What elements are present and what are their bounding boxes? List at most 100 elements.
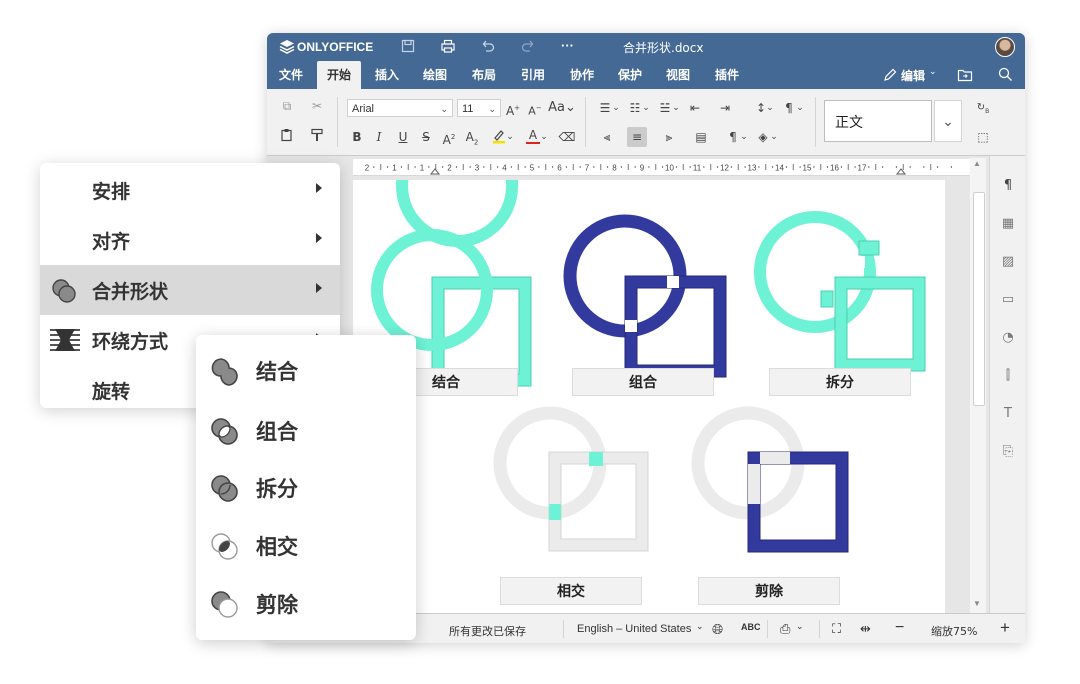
tab-draw[interactable]: 绘图 [415,61,455,89]
ruler-number: 4 [502,164,507,173]
tab-home[interactable]: 开始 [317,61,361,89]
zoom-level[interactable]: 缩放75% [931,623,977,639]
clear-format-icon[interactable]: ⌫ [557,127,577,147]
chevron-down-icon[interactable]: ⌄ [671,98,681,118]
fit-width-icon[interactable]: ⇹ [860,621,871,637]
chevron-down-icon[interactable]: ⌄ [795,98,805,118]
edit-pencil-icon[interactable] [883,68,897,87]
replace-style-icon[interactable]: ↻B [973,98,993,118]
ruler-number: 17 [858,164,867,173]
change-case-icon[interactable]: Aa⌄ [548,98,576,118]
bold-icon[interactable]: B [347,127,367,147]
statusbar-separator [819,620,820,638]
tab-view[interactable]: 视图 [658,61,698,89]
submenu-item-combine[interactable]: 组合 [196,402,416,460]
chevron-down-icon: ⌄ [488,104,496,114]
align-center-icon[interactable]: ≡ [627,127,647,147]
chevron-right-icon [316,183,322,193]
shape-subtract[interactable] [691,406,849,553]
menu-item-align[interactable]: 对齐 [40,215,340,265]
chevron-down-icon[interactable]: ⌄ [765,98,775,118]
tab-insert[interactable]: 插入 [367,61,407,89]
spellcheck-icon[interactable]: ABC [741,622,761,632]
select-icon[interactable]: ⬚ [973,127,993,147]
scroll-up-arrow[interactable]: ▲ [973,159,981,168]
chevron-down-icon[interactable]: ⌄ [539,127,549,147]
chevron-down-icon[interactable]: ⌄ [611,98,621,118]
zoom-in-button[interactable]: + [1000,618,1010,638]
print-icon[interactable] [440,39,456,58]
chevron-down-icon[interactable]: ⌄ [641,98,651,118]
header-footer-icon[interactable]: ▭ [998,290,1018,310]
user-avatar[interactable] [995,37,1015,57]
chevron-down-icon[interactable]: ⌄ [769,127,779,147]
style-normal[interactable]: 正文 [835,112,863,132]
open-location-icon[interactable] [957,68,973,87]
fit-page-icon[interactable]: ⛶ [832,621,841,637]
underline-icon[interactable]: U [393,127,413,147]
justify-icon[interactable]: ▤ [691,127,711,147]
increase-indent-icon[interactable]: ⇥ [715,98,735,118]
undo-icon[interactable] [481,39,495,58]
tab-references[interactable]: 引用 [513,61,553,89]
language-select[interactable]: English – United States [577,623,691,635]
wrapping-style-icon [49,327,81,358]
table-settings-icon[interactable]: ▦ [998,214,1018,234]
shape-settings-icon[interactable]: ◔ [998,328,1018,348]
submenu-item-intersect[interactable]: 相交 [196,517,416,575]
superscript-icon[interactable]: A2 [439,127,459,147]
tab-collaborate[interactable]: 协作 [562,61,602,89]
font-name-select[interactable]: Arial ⌄ [347,99,453,117]
tab-plugins[interactable]: 插件 [707,61,747,89]
submenu-item-subtract[interactable]: 剪除 [196,575,416,633]
ruler-number: 12 [720,164,729,173]
submenu-item-label: 剪除 [256,593,298,617]
search-icon[interactable] [998,67,1013,87]
scrollbar-thumb[interactable] [973,192,985,406]
save-icon[interactable] [401,39,415,58]
vertical-scrollbar[interactable]: ▲ ▼ [970,158,986,613]
cut-icon[interactable]: ✂ [307,96,327,116]
copy-icon[interactable]: ⧉ [277,96,297,116]
tab-file[interactable]: 文件 [273,61,309,89]
shape-intersect[interactable] [493,406,649,552]
globe-icon[interactable]: 🌐︎ [712,621,723,638]
italic-icon[interactable]: I [369,127,389,147]
shape-fragment[interactable] [754,211,926,372]
style-gallery-expand[interactable]: ⌄ [934,100,962,142]
shape-combine[interactable] [563,214,727,378]
chevron-down-icon: ⌄ [942,113,954,129]
chevron-down-icon[interactable]: ⌄ [505,127,515,147]
chevron-down-icon[interactable]: ⌄ [739,127,749,147]
mail-merge-icon[interactable]: ⎘ [998,442,1018,462]
tab-protect[interactable]: 保护 [610,61,650,89]
align-left-icon[interactable]: ⫷ [597,127,617,147]
horizontal-ruler[interactable]: 2 1 1 2 3 4 5 6 7 8 9 10 11 12 13 14 15 16 17 [353,159,973,176]
submenu-item-label: 组合 [256,420,298,444]
track-changes-icon[interactable]: ⎙ [780,621,790,637]
tab-layout[interactable]: 布局 [464,61,504,89]
decrease-font-icon[interactable]: A− [525,98,545,118]
zoom-out-button[interactable]: − [895,619,904,637]
strikethrough-icon[interactable]: S [416,127,436,147]
style-gallery[interactable]: 正文 [824,100,932,142]
image-settings-icon[interactable]: ▨ [998,252,1018,272]
submenu-item-union[interactable]: 结合 [196,342,416,400]
scroll-down-arrow[interactable]: ▼ [973,599,981,608]
text-art-icon[interactable]: T [998,404,1018,424]
menu-item-merge-shapes[interactable]: 合并形状 [40,265,340,315]
more-icon[interactable]: ··· [561,38,574,53]
paragraph-settings-icon[interactable]: ¶ [998,176,1018,196]
edit-mode-label[interactable]: 编辑 [901,67,925,84]
chart-settings-icon[interactable]: ⫿ [998,366,1018,386]
redo-icon[interactable] [521,39,535,58]
align-right-icon[interactable]: ⫸ [659,127,679,147]
subscript-icon[interactable]: A2 [462,127,482,147]
format-painter-icon[interactable] [307,125,327,145]
submenu-item-fragment[interactable]: 拆分 [196,459,416,517]
font-size-select[interactable]: 11 ⌄ [457,99,501,117]
paste-icon[interactable] [277,125,297,145]
menu-item-arrange[interactable]: 安排 [40,165,340,215]
decrease-indent-icon[interactable]: ⇤ [685,98,705,118]
increase-font-icon[interactable]: A+ [503,98,523,118]
